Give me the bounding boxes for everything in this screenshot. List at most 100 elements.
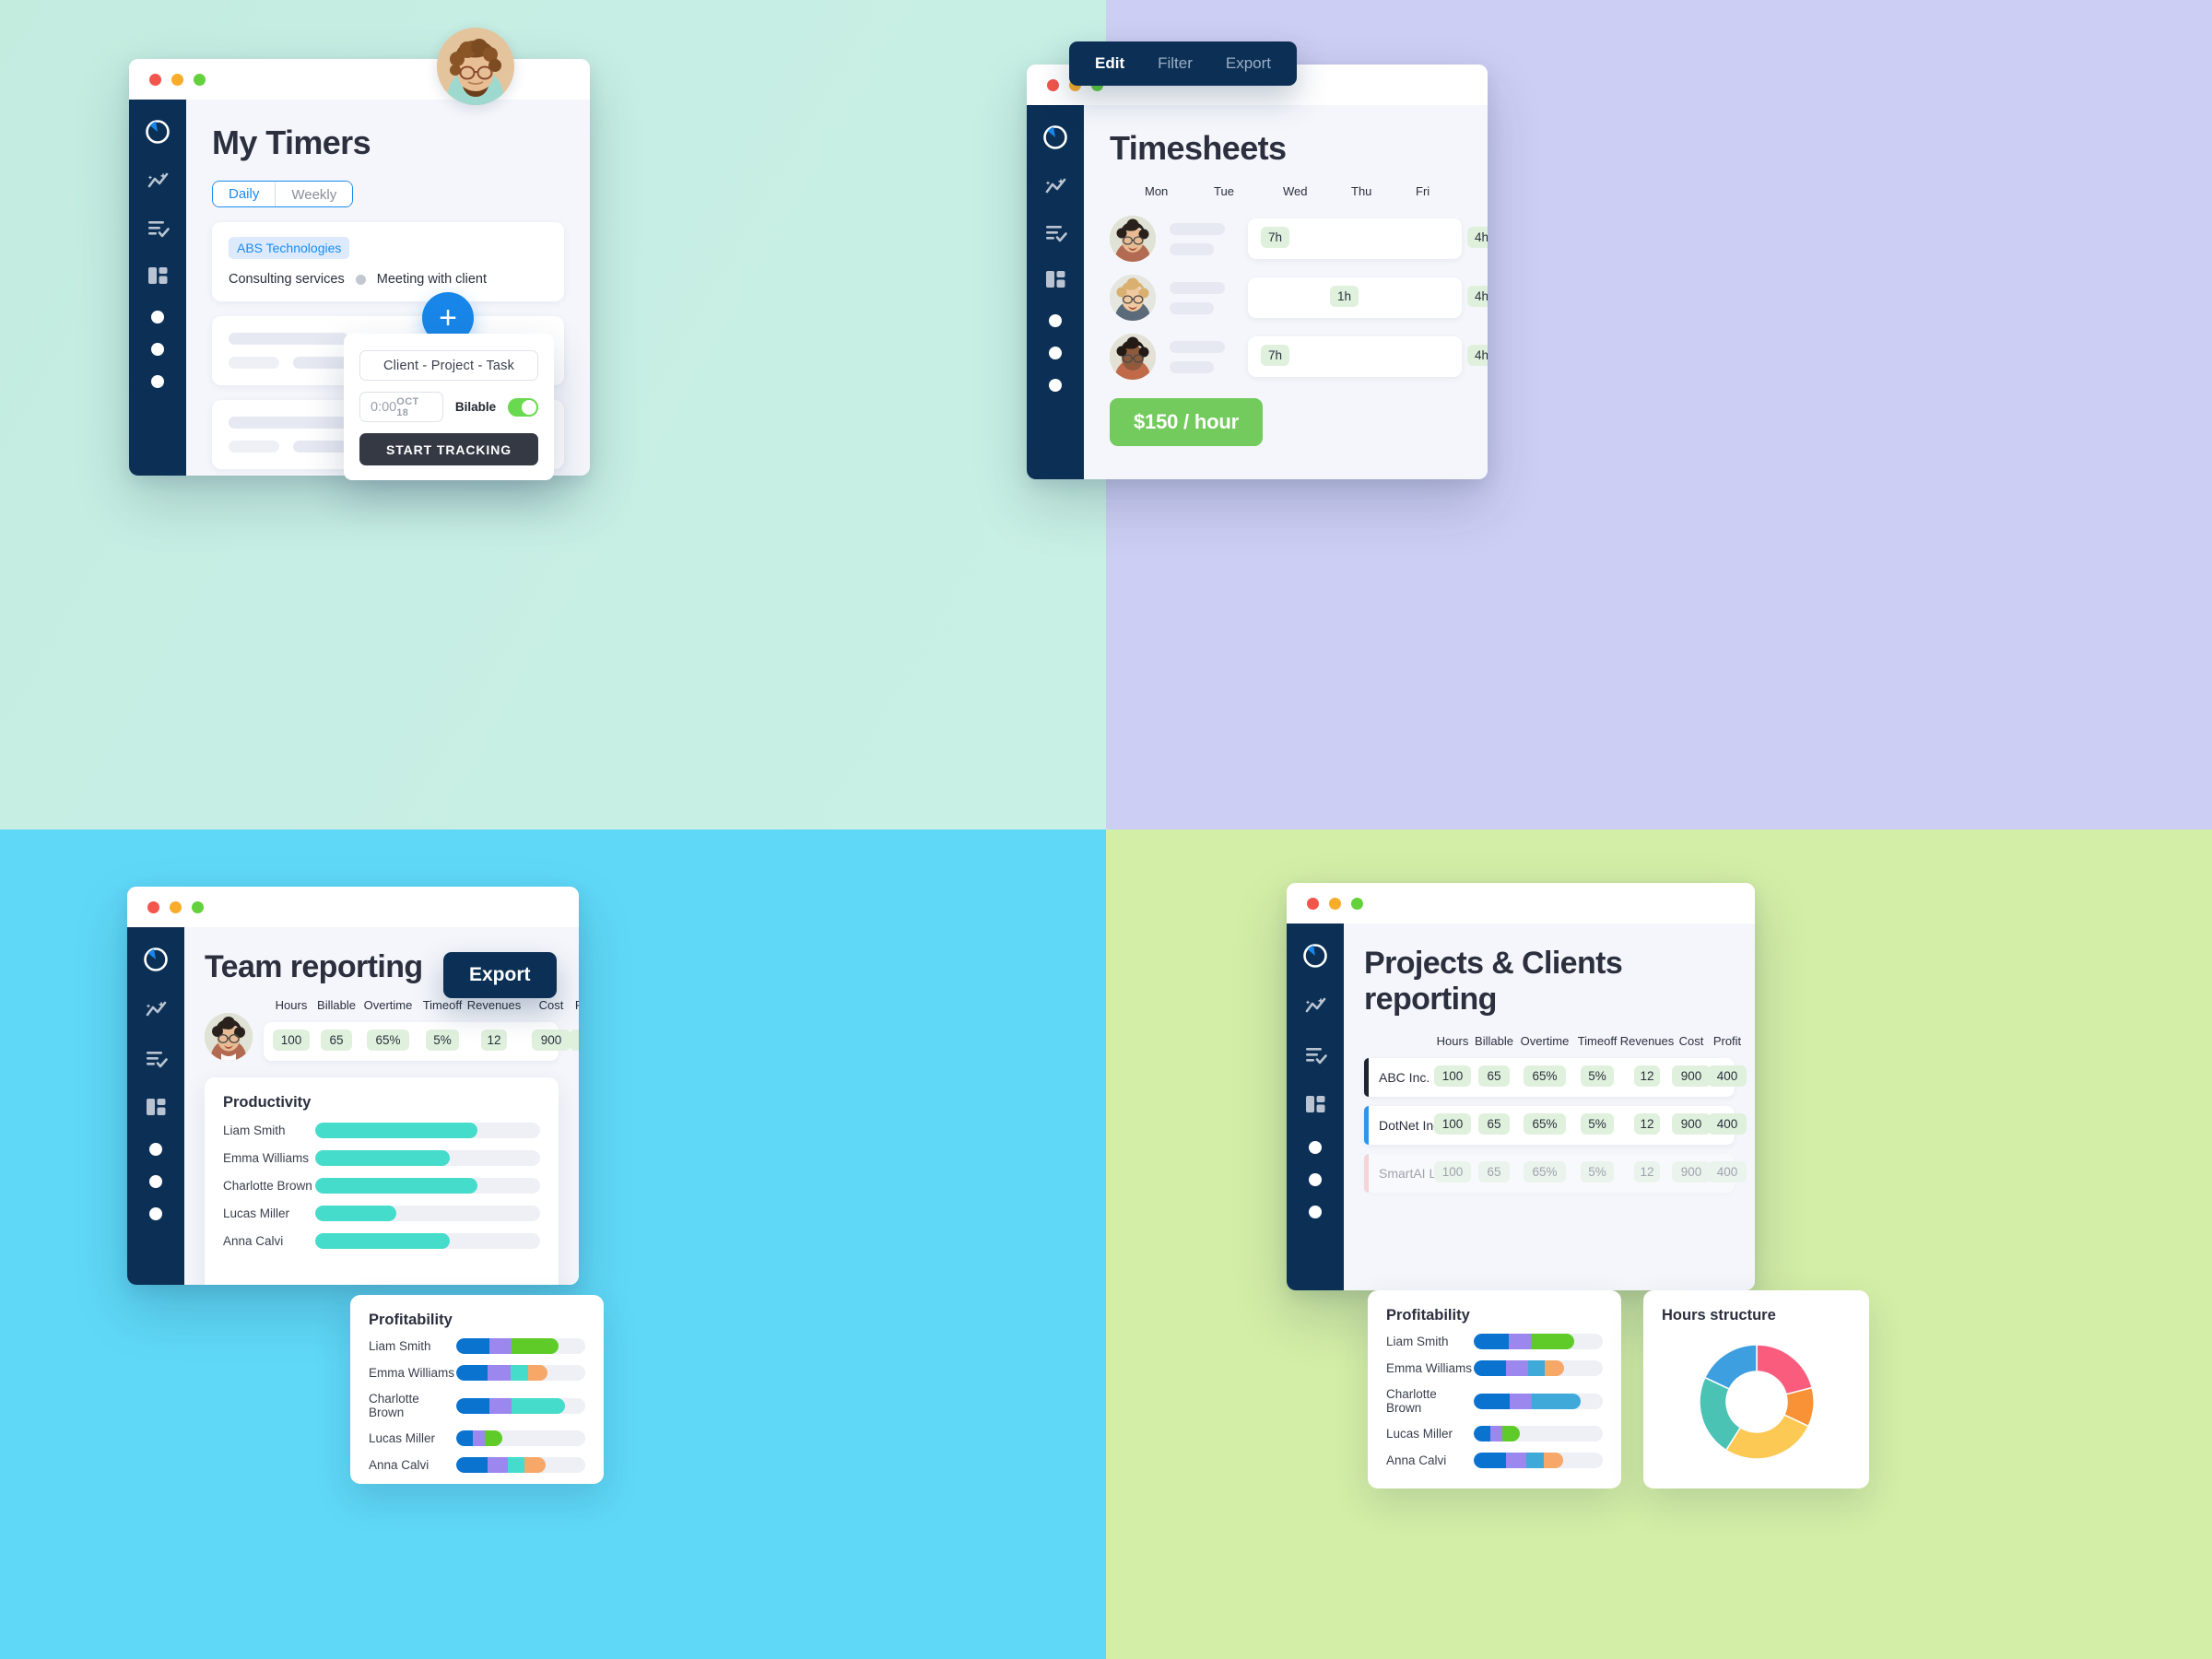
status-dot[interactable] [1049, 378, 1062, 392]
close-icon[interactable] [1047, 78, 1059, 91]
stat-badge[interactable]: 12 [1634, 1065, 1660, 1087]
avatar[interactable] [1110, 334, 1156, 380]
period-segmented-control[interactable]: Daily Weekly [212, 181, 354, 207]
stat-badge[interactable]: 5% [1581, 1065, 1614, 1087]
close-icon[interactable] [149, 73, 161, 86]
dashboard-icon[interactable] [1301, 1092, 1329, 1117]
tab-edit[interactable]: Edit [1095, 54, 1124, 73]
hours-row[interactable]: 7h4h2h [1248, 218, 1488, 259]
donut-slice[interactable] [1755, 1344, 1813, 1395]
timesheet-row[interactable]: 7h4h2h [1110, 334, 1488, 380]
stat-badge[interactable]: 65% [1524, 1161, 1566, 1182]
close-icon[interactable] [1307, 897, 1319, 910]
table-row[interactable]: SmartAI Ltd. 100 65 65% 5% 12 900 400 [1364, 1154, 1747, 1193]
stat-badge[interactable]: 100 [273, 1030, 310, 1051]
tasklist-icon[interactable] [1301, 1042, 1329, 1067]
status-dot[interactable] [1049, 313, 1062, 327]
tasklist-icon[interactable] [142, 1046, 170, 1071]
hours-badge[interactable]: 1h [1330, 286, 1359, 307]
stat-badge[interactable]: 65 [1478, 1161, 1510, 1182]
status-dot[interactable] [1309, 1140, 1322, 1154]
stat-badge[interactable]: 900 [1672, 1065, 1711, 1087]
stat-badge[interactable]: 400 [1708, 1065, 1747, 1087]
hours-badge[interactable]: 4h [1467, 345, 1488, 366]
analytics-icon[interactable] [142, 997, 170, 1022]
maximize-icon[interactable] [194, 73, 206, 86]
hours-row[interactable]: 1h4h9h [1248, 277, 1488, 318]
status-dot[interactable] [151, 375, 164, 388]
tasklist-icon[interactable] [1041, 221, 1069, 243]
maximize-icon[interactable] [192, 900, 204, 913]
timer-logo-icon[interactable] [1041, 124, 1069, 151]
hours-badge[interactable]: 7h [1261, 227, 1290, 248]
stat-badge[interactable]: 100 [1434, 1065, 1471, 1087]
tab-weekly[interactable]: Weekly [275, 182, 353, 206]
stat-badge[interactable]: 900 [532, 1030, 571, 1051]
stat-badge[interactable]: 400 [1708, 1161, 1747, 1182]
tasklist-icon[interactable] [144, 217, 171, 240]
timer-logo-icon[interactable] [142, 946, 170, 973]
stat-badge[interactable]: 900 [1672, 1113, 1711, 1135]
timer-entry-card[interactable]: ABS Technologies Consulting services Mee… [212, 222, 564, 301]
analytics-icon[interactable] [1301, 994, 1329, 1018]
hours-row[interactable]: 7h4h2h [1248, 336, 1488, 377]
hours-badge[interactable]: 4h [1467, 286, 1488, 307]
analytics-icon[interactable] [1041, 175, 1069, 197]
tab-daily[interactable]: Daily [213, 182, 276, 206]
status-dot[interactable] [151, 311, 164, 324]
tab-filter[interactable]: Filter [1158, 54, 1193, 73]
status-dot[interactable] [1309, 1172, 1322, 1186]
status-dot[interactable] [1049, 346, 1062, 359]
stat-badge[interactable]: 65 [1478, 1113, 1510, 1135]
stat-badge[interactable]: 900 [1672, 1161, 1711, 1182]
stat-badge[interactable]: 400 [570, 1030, 579, 1051]
avatar[interactable] [205, 1013, 253, 1061]
client-project-task-input[interactable]: Client - Project - Task [359, 350, 538, 381]
export-button[interactable]: Export [443, 952, 557, 998]
close-icon[interactable] [147, 900, 159, 913]
minimize-icon[interactable] [170, 900, 182, 913]
summary-row[interactable]: 100 65 65% 5% 12 900400 [264, 1022, 579, 1061]
stat-badge[interactable]: 100 [1434, 1161, 1471, 1182]
status-dot[interactable] [149, 1207, 162, 1221]
timesheet-row[interactable]: 7h4h2h [1110, 216, 1488, 262]
stat-badge[interactable]: 12 [1634, 1113, 1660, 1135]
table-row[interactable]: DotNet Inc. 100 65 65% 5% 12 900 400 [1364, 1106, 1747, 1145]
timer-logo-icon[interactable] [1301, 942, 1329, 970]
stat-badge[interactable]: 65 [321, 1030, 352, 1051]
stat-badge[interactable]: 12 [1634, 1161, 1660, 1182]
status-dot[interactable] [149, 1143, 162, 1157]
stat-badge[interactable]: 400 [1708, 1113, 1747, 1135]
avatar[interactable] [437, 28, 514, 105]
tab-export[interactable]: Export [1226, 54, 1271, 73]
stat-badge[interactable]: 65% [1524, 1113, 1566, 1135]
analytics-icon[interactable] [144, 170, 171, 193]
stat-badge[interactable]: 12 [481, 1030, 507, 1051]
stat-badge[interactable]: 65% [1524, 1065, 1566, 1087]
avatar[interactable] [1110, 275, 1156, 321]
dashboard-icon[interactable] [1041, 268, 1069, 290]
table-row[interactable]: ABC Inc. 100 65 65% 5% 12 900 400 [1364, 1058, 1747, 1097]
minimize-icon[interactable] [1329, 897, 1341, 910]
hours-badge[interactable]: 7h [1261, 345, 1290, 366]
stat-badge[interactable]: 100 [1434, 1113, 1471, 1135]
duration-input[interactable]: 0:00 OCT 18 [359, 392, 443, 422]
timer-logo-icon[interactable] [144, 118, 171, 146]
stat-badge[interactable]: 5% [1581, 1161, 1614, 1182]
hours-badge[interactable]: 4h [1467, 227, 1488, 248]
dashboard-icon[interactable] [144, 264, 171, 287]
timesheet-row[interactable]: 1h4h9h [1110, 275, 1488, 321]
stat-badge[interactable]: 5% [1581, 1113, 1614, 1135]
maximize-icon[interactable] [1351, 897, 1363, 910]
status-dot[interactable] [1309, 1205, 1322, 1218]
client-tag[interactable]: ABS Technologies [229, 237, 350, 259]
status-dot[interactable] [151, 343, 164, 356]
stat-badge[interactable]: 65% [367, 1030, 409, 1051]
stat-badge[interactable]: 65 [1478, 1065, 1510, 1087]
billable-toggle[interactable] [508, 397, 538, 417]
donut-slice[interactable] [1724, 1414, 1809, 1460]
stat-badge[interactable]: 5% [426, 1030, 459, 1051]
minimize-icon[interactable] [171, 73, 183, 86]
status-dot[interactable] [149, 1175, 162, 1189]
avatar[interactable] [1110, 216, 1156, 262]
